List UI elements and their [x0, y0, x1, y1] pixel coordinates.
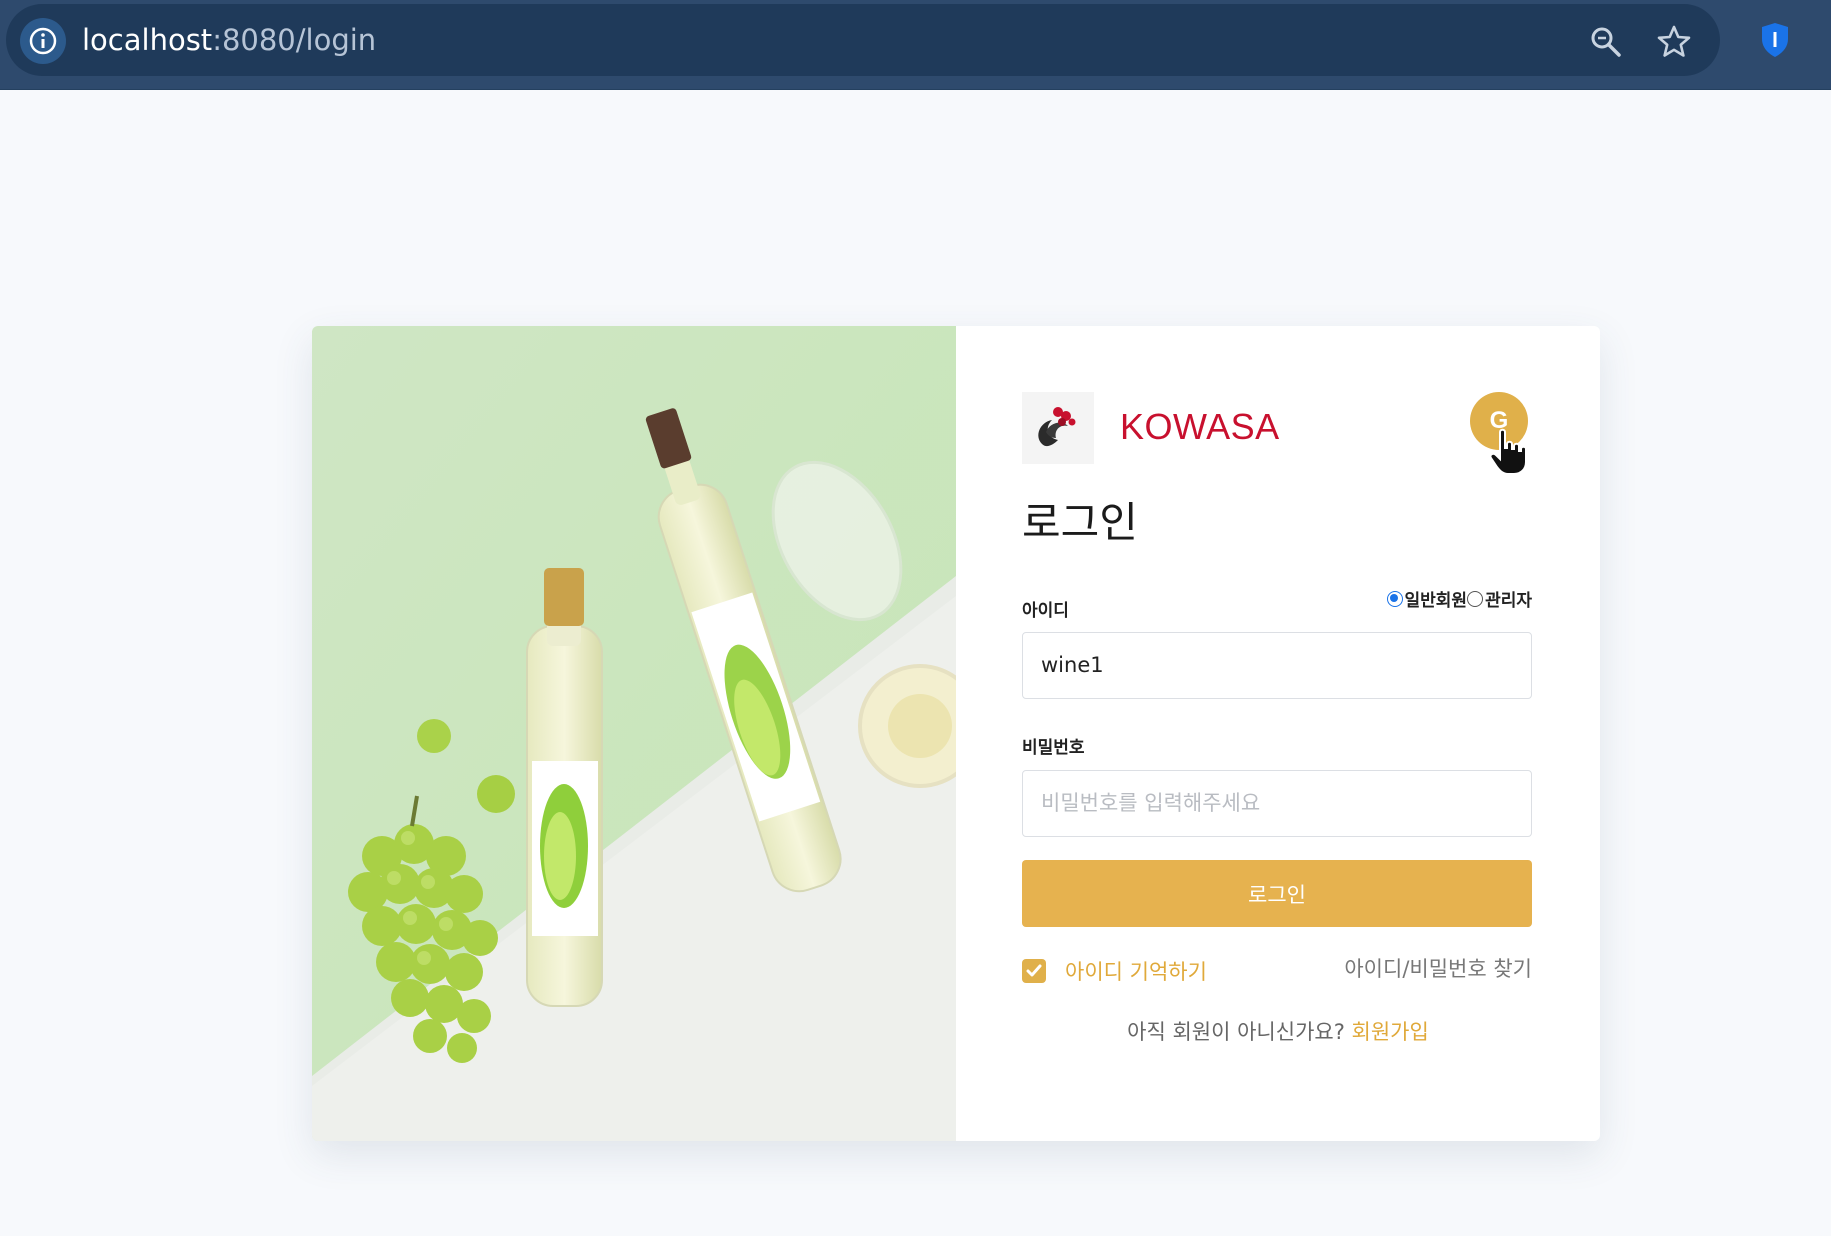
- page-title: 로그인: [1022, 498, 1138, 547]
- site-info-button[interactable]: [20, 18, 66, 64]
- zoom-button[interactable]: [1586, 22, 1626, 62]
- id-input[interactable]: wine1: [1022, 632, 1532, 699]
- zoom-icon: [1591, 27, 1621, 57]
- checkmark-icon: [1026, 964, 1042, 977]
- bookmark-button[interactable]: [1654, 22, 1694, 62]
- kowasa-logo: [1022, 392, 1094, 464]
- member-type-radio-admin[interactable]: [1467, 590, 1484, 607]
- password-manager-shield-icon: [1762, 23, 1788, 57]
- member-type-label-admin: 관리자: [1485, 591, 1532, 611]
- remember-id-row[interactable]: 아이디 기억하기: [1022, 956, 1207, 986]
- browser-toolbar: localhost:8080/login: [0, 0, 1831, 90]
- info-icon: [29, 27, 57, 55]
- hand-cursor-icon: [1489, 428, 1527, 475]
- url-host: localhost: [82, 23, 213, 57]
- remember-id-checkbox[interactable]: [1022, 959, 1046, 983]
- find-id-password-link[interactable]: 아이디/비밀번호 찾기: [1344, 953, 1532, 983]
- login-form-panel: KOWASA G 로그인 아이디 일반회원 관리자 wine1 비밀번호 비밀번…: [956, 326, 1600, 1141]
- signup-prompt: 아직 회원이 아니신가요?: [1127, 1020, 1345, 1044]
- password-manager-button[interactable]: [1755, 18, 1795, 62]
- password-label: 비밀번호: [1022, 738, 1085, 758]
- login-card: KOWASA G 로그인 아이디 일반회원 관리자 wine1 비밀번호 비밀번…: [312, 326, 1600, 1141]
- url-text[interactable]: localhost:8080/login: [82, 4, 376, 76]
- remember-id-label: 아이디 기억하기: [1065, 960, 1207, 984]
- password-input[interactable]: 비밀번호를 입력해주세요: [1022, 770, 1532, 837]
- signup-row: 아직 회원이 아니신가요? 회원가입: [956, 1016, 1600, 1046]
- wine-photo: [312, 326, 956, 1141]
- id-label: 아이디: [1022, 601, 1069, 621]
- signup-link[interactable]: 회원가입: [1352, 1020, 1429, 1044]
- member-type-radio-general[interactable]: [1386, 590, 1403, 607]
- login-button[interactable]: 로그인: [1022, 860, 1532, 927]
- brand-name: KOWASA: [1120, 406, 1280, 447]
- url-path: :8080/login: [212, 23, 377, 57]
- address-bar[interactable]: localhost:8080/login: [6, 4, 1720, 76]
- bookmark-star-icon: [1657, 25, 1691, 57]
- member-type-radios: 일반회원 관리자: [1386, 586, 1532, 611]
- grape-logo-icon: [1038, 407, 1076, 447]
- member-type-label-general: 일반회원: [1404, 591, 1468, 611]
